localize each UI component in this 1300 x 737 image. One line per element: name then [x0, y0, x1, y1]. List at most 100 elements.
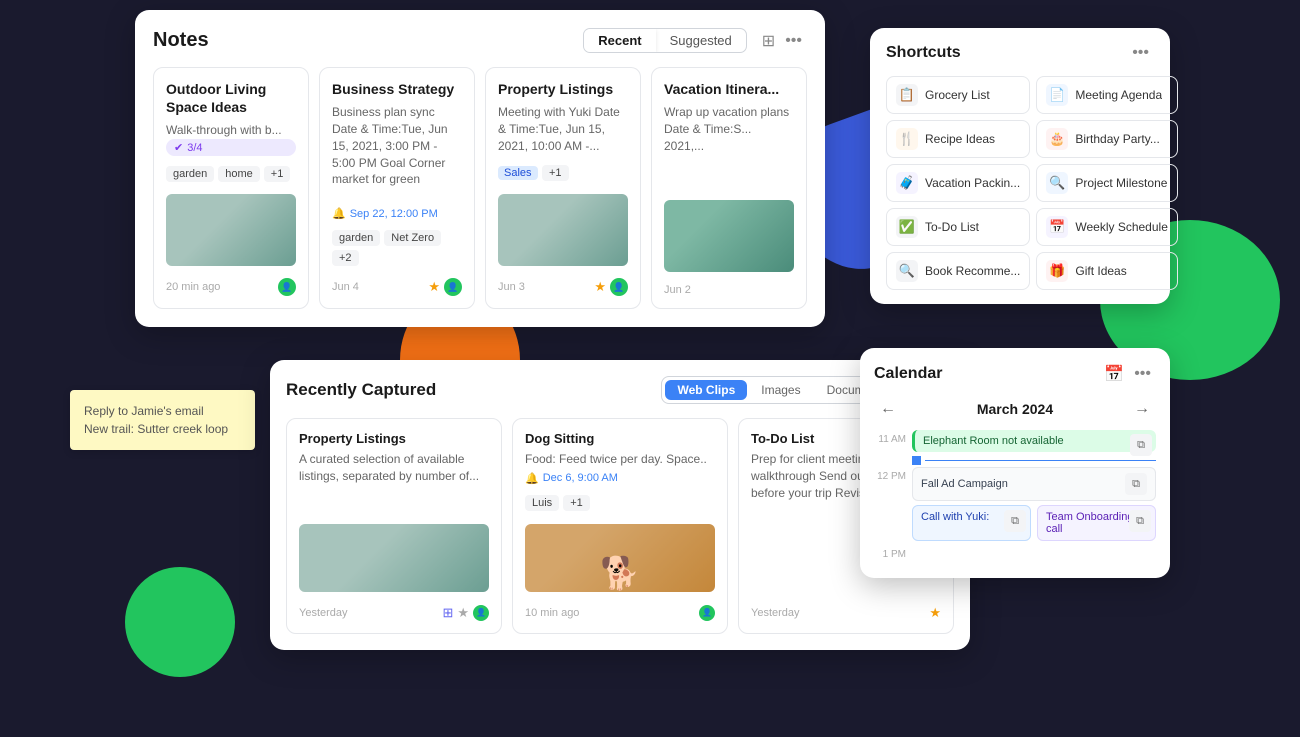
- reminder-badge: 🔔 Sep 22, 12:00 PM: [332, 207, 462, 220]
- shortcut-grocery-list[interactable]: 📋 Grocery List: [886, 76, 1030, 114]
- event-copy-icon[interactable]: ⧉: [1130, 434, 1152, 456]
- filter-images[interactable]: Images: [749, 380, 812, 400]
- shortcut-project-label: Project Milestone: [1075, 176, 1167, 190]
- tag-more: +1: [264, 166, 291, 182]
- time-row-call: Call with Yuki: ⧉ Team Onboarding call ⧉: [874, 505, 1156, 541]
- note-card-vacation[interactable]: Vacation Itinera... Wrap up vacation pla…: [651, 67, 807, 309]
- shortcut-todo-icon: ✅: [896, 216, 918, 238]
- note-card-title: Property Listings: [498, 80, 628, 98]
- tag-garden: garden: [332, 230, 380, 246]
- avatar-icon: 👤: [278, 278, 296, 296]
- note-tags-row: Sales +1: [498, 162, 628, 184]
- shortcut-meeting-agenda[interactable]: 📄 Meeting Agenda: [1036, 76, 1178, 114]
- note-date: Jun 3: [498, 281, 525, 293]
- calendar-event-call[interactable]: Call with Yuki: ⧉: [912, 505, 1031, 541]
- note-footer: Jun 4 ★ 👤: [332, 278, 462, 296]
- card-type-icon: ⊞: [442, 605, 453, 621]
- note-card-body: Business plan sync Date & Time:Tue, Jun …: [332, 104, 462, 203]
- captured-card-dog[interactable]: Dog Sitting Food: Feed twice per day. Sp…: [512, 418, 728, 634]
- shortcut-recipe-ideas[interactable]: 🍴 Recipe Ideas: [886, 120, 1030, 158]
- tab-suggested[interactable]: Suggested: [656, 29, 746, 52]
- calendar-nav: ← March 2024 →: [874, 398, 1156, 420]
- avatar-icon: 👤: [444, 278, 462, 296]
- note-card-property[interactable]: Property Listings Meeting with Yuki Date…: [485, 67, 641, 309]
- tab-recent[interactable]: Recent: [584, 29, 655, 52]
- shortcut-birthday-label: Birthday Party...: [1075, 132, 1159, 146]
- note-card-title: Outdoor Living Space Ideas: [166, 80, 296, 116]
- shortcut-birthday-party[interactable]: 🎂 Birthday Party...: [1036, 120, 1178, 158]
- calendar-event-fall[interactable]: Fall Ad Campaign ⧉: [912, 467, 1156, 501]
- tag-more: +1: [542, 165, 569, 181]
- shortcut-recipe-label: Recipe Ideas: [925, 132, 995, 146]
- shortcuts-header: Shortcuts •••: [886, 42, 1154, 64]
- calendar-header: Calendar 📅 •••: [874, 362, 1156, 386]
- captured-card-title: Property Listings: [299, 431, 489, 446]
- star-icon: ★: [428, 279, 440, 295]
- decorative-green-circle-small: [125, 567, 235, 677]
- star-icon: ★: [929, 605, 941, 621]
- time-label-12pm: 12 PM: [874, 467, 906, 482]
- calendar-month: March 2024: [977, 401, 1053, 417]
- shortcut-todo-list[interactable]: ✅ To-Do List: [886, 208, 1030, 246]
- calendar-title: Calendar: [874, 365, 1099, 383]
- shortcut-meeting-label: Meeting Agenda: [1075, 88, 1162, 102]
- captured-footer: Yesterday ⊞ ★ 👤: [299, 605, 489, 621]
- shortcut-project-milestone[interactable]: 🔍 Project Milestone: [1036, 164, 1178, 202]
- calendar-more-icon[interactable]: •••: [1129, 363, 1156, 385]
- shortcuts-more-icon[interactable]: •••: [1127, 42, 1154, 64]
- sticky-note-line1: Reply to Jamie's email: [84, 402, 241, 420]
- note-card-body: Meeting with Yuki Date & Time:Tue, Jun 1…: [498, 104, 628, 158]
- progress-value: 3/4: [187, 142, 202, 154]
- calendar-event-elephant[interactable]: Elephant Room not available ⧉: [912, 430, 1156, 452]
- shortcut-gift-icon: 🎁: [1046, 260, 1068, 282]
- calendar-time-area: 11 AM Elephant Room not available ⧉ 12 P…: [874, 430, 1156, 560]
- calendar-panel: Calendar 📅 ••• ← March 2024 → 11 AM Elep…: [860, 348, 1170, 578]
- note-card-outdoor[interactable]: Outdoor Living Space Ideas Walk-through …: [153, 67, 309, 309]
- time-row-1pm: 1 PM: [874, 545, 1156, 560]
- captured-date: Yesterday: [299, 607, 348, 619]
- time-row-11am: 11 AM Elephant Room not available ⧉: [874, 430, 1156, 452]
- shortcuts-title: Shortcuts: [886, 44, 1127, 62]
- note-image-property: [498, 194, 628, 266]
- shortcut-gift-label: Gift Ideas: [1075, 264, 1126, 278]
- reminder-icon: 🔔: [332, 207, 346, 220]
- star-icon: ★: [457, 605, 469, 621]
- event-copy-icon[interactable]: ⧉: [1125, 473, 1147, 495]
- note-date: Jun 4: [332, 281, 359, 293]
- shortcut-weekly-schedule[interactable]: 📅 Weekly Schedule: [1036, 208, 1178, 246]
- captured-image-house: [299, 524, 489, 592]
- event-text-elephant: Elephant Room not available: [923, 435, 1064, 447]
- time-label-1pm: 1 PM: [874, 545, 906, 560]
- note-card-business[interactable]: Business Strategy Business plan sync Dat…: [319, 67, 475, 309]
- calendar-prev-button[interactable]: ←: [874, 398, 902, 420]
- notes-view-icon[interactable]: ⊞: [757, 29, 780, 53]
- calendar-next-button[interactable]: →: [1128, 398, 1156, 420]
- avatar-icon: 👤: [473, 605, 489, 621]
- captured-card-property[interactable]: Property Listings A curated selection of…: [286, 418, 502, 634]
- shortcut-project-icon: 🔍: [1046, 172, 1068, 194]
- event-copy-icon[interactable]: ⧉: [1004, 510, 1026, 532]
- sticky-note: Reply to Jamie's email New trail: Sutter…: [70, 390, 255, 450]
- shortcut-vacation-packing[interactable]: 🧳 Vacation Packin...: [886, 164, 1030, 202]
- shortcut-book-icon: 🔍: [896, 260, 918, 282]
- filter-webclips[interactable]: Web Clips: [665, 380, 747, 400]
- sticky-note-line2: New trail: Sutter creek loop: [84, 420, 241, 438]
- shortcut-grocery-icon: 📋: [896, 84, 918, 106]
- notes-more-icon[interactable]: •••: [780, 30, 807, 52]
- shortcut-book-label: Book Recomme...: [925, 264, 1020, 278]
- notes-tabs: Recent Suggested: [583, 28, 747, 53]
- note-image-map: [664, 200, 794, 272]
- notes-grid: Outdoor Living Space Ideas Walk-through …: [153, 67, 807, 309]
- note-tags: garden Net Zero +2: [332, 230, 462, 266]
- event-copy-icon[interactable]: ⧉: [1129, 510, 1151, 532]
- captured-date: Yesterday: [751, 607, 800, 619]
- shortcut-gift-ideas[interactable]: 🎁 Gift Ideas: [1036, 252, 1178, 290]
- event-group-call: Call with Yuki: ⧉ Team Onboarding call ⧉: [912, 505, 1156, 541]
- time-label-empty: [874, 505, 906, 509]
- calendar-view-icon[interactable]: 📅: [1099, 362, 1129, 386]
- shortcut-book-recommend[interactable]: 🔍 Book Recomme...: [886, 252, 1030, 290]
- note-date: Jun 2: [664, 284, 691, 296]
- note-footer: 20 min ago 👤: [166, 278, 296, 296]
- note-tags: garden home +1: [166, 166, 296, 182]
- calendar-event-team[interactable]: Team Onboarding call ⧉: [1037, 505, 1156, 541]
